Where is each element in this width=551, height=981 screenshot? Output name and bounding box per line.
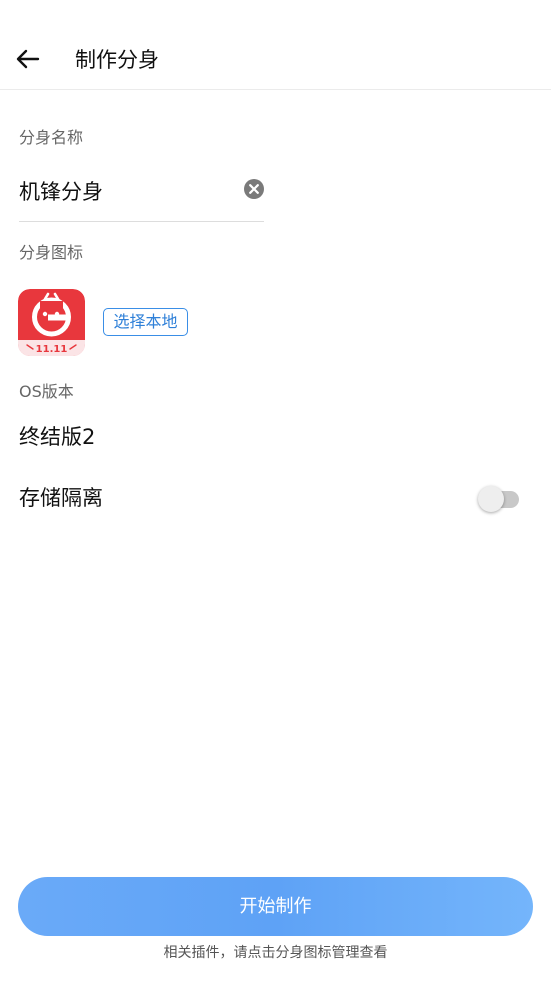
name-input[interactable] (19, 174, 224, 208)
app-logo-icon: 11.11 (18, 289, 85, 356)
os-section-label: OS版本 (19, 382, 74, 401)
app-header: 制作分身 (0, 0, 551, 90)
storage-isolation-toggle[interactable] (478, 486, 520, 512)
storage-isolation-label: 存储隔离 (19, 486, 103, 510)
back-button[interactable] (10, 41, 46, 77)
clear-button[interactable] (243, 178, 265, 200)
name-section-label: 分身名称 (19, 128, 84, 147)
toggle-knob (478, 486, 504, 512)
icon-section-label: 分身图标 (19, 243, 84, 262)
app-icon[interactable]: 11.11 (18, 289, 85, 356)
os-version-value[interactable]: 终结版2 (19, 422, 95, 452)
arrow-left-icon (16, 49, 40, 69)
page-title: 制作分身 (75, 48, 159, 72)
bottom-hint: 相关插件，请点击分身图标管理查看 (163, 945, 388, 961)
app-icon-badge: 11.11 (36, 344, 68, 355)
clear-icon (244, 179, 264, 199)
name-field (19, 172, 264, 222)
start-button[interactable]: 开始制作 (18, 877, 533, 936)
choose-local-button[interactable]: 选择本地 (103, 308, 188, 336)
